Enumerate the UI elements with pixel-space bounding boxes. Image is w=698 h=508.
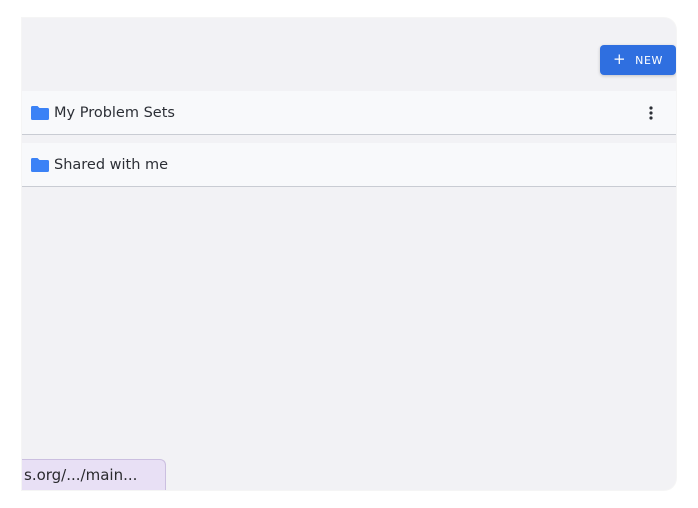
folder-label: My Problem Sets: [54, 104, 175, 121]
folder-icon: [31, 105, 49, 120]
more-options-icon[interactable]: [640, 102, 662, 124]
plus-icon: +: [612, 49, 627, 68]
new-button-label: NEW: [635, 53, 664, 67]
new-button[interactable]: + NEW: [600, 45, 676, 75]
folder-row-my-problem-sets[interactable]: My Problem Sets: [22, 91, 676, 135]
folder-row-shared-with-me[interactable]: Shared with me: [22, 143, 676, 187]
file-browser-panel: + NEW My Problem Sets Shared with me: [22, 18, 676, 490]
status-bar-url: s.org/.../main...: [22, 459, 166, 490]
folder-icon: [31, 157, 49, 172]
folder-label: Shared with me: [54, 156, 169, 173]
